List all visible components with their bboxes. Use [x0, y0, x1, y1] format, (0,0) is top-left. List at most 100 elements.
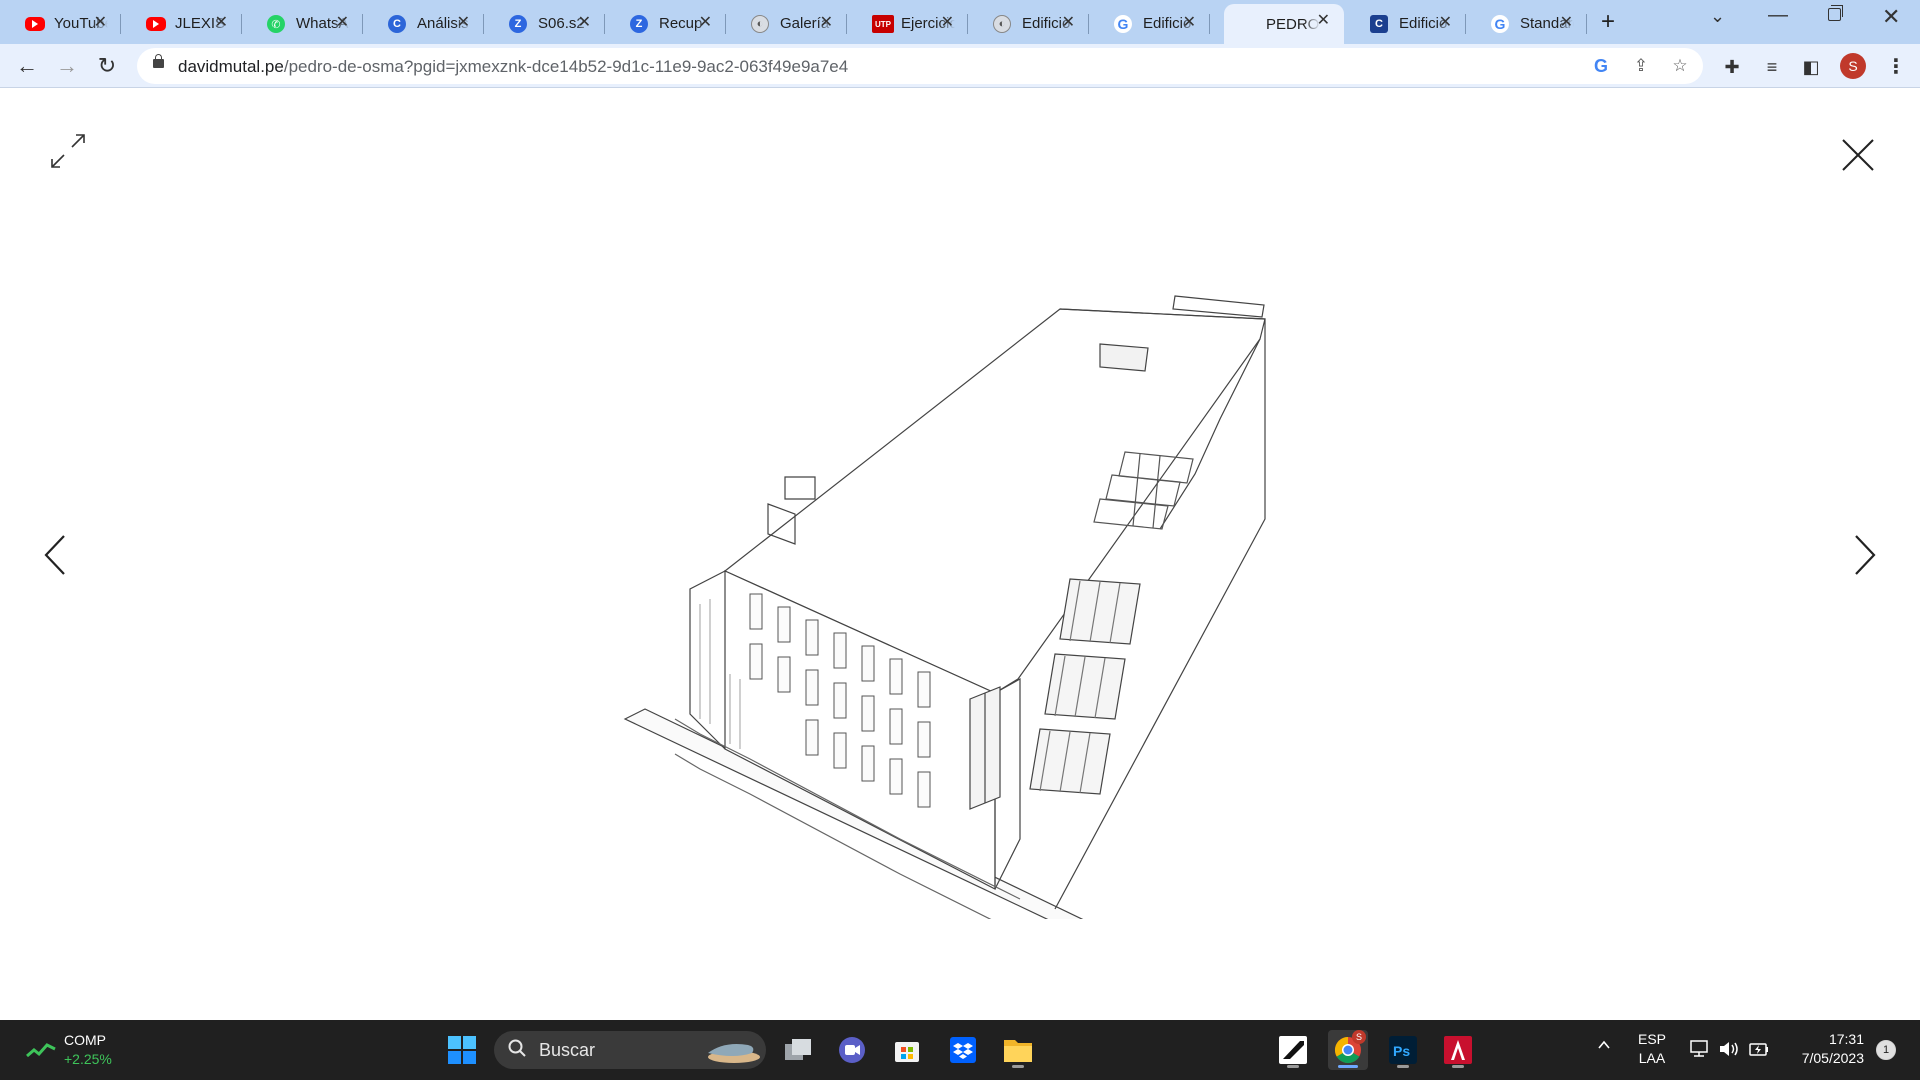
tab-close-icon[interactable]: ✕ [699, 15, 712, 31]
tab-edificio-3[interactable]: C Edificio ✕ [1345, 6, 1466, 40]
tab-close-icon[interactable]: ✕ [1439, 15, 1452, 31]
window-close-icon[interactable]: ✕ [1882, 4, 1900, 30]
reload-icon[interactable]: ↻ [93, 52, 121, 80]
tab-title: PEDRO [1266, 15, 1320, 33]
tab-strip: YouTube ✕ JLEXIS ✕ ✆ WhatsApp ✕ C Anális… [0, 0, 1920, 44]
dropbox-icon [950, 1037, 976, 1063]
forward-arrow-icon[interactable]: → [53, 52, 81, 80]
keyboard-layout: LAA [1638, 1050, 1666, 1066]
folder-icon [1004, 1040, 1032, 1062]
search-label: Buscar [539, 1040, 596, 1060]
start-button[interactable] [442, 1030, 482, 1070]
tab-pedro-active[interactable]: PEDRO ✕ [1224, 4, 1344, 44]
tab-close-icon[interactable]: ✕ [578, 15, 591, 31]
microsoft-store-button[interactable] [887, 1030, 927, 1070]
side-panel-icon[interactable]: ◧ [1800, 56, 1822, 78]
taskbar-search[interactable]: Buscar [494, 1031, 766, 1069]
url-host: davidmutal.pe [178, 57, 284, 76]
tab-close-icon[interactable]: ✕ [1183, 15, 1196, 31]
google-lens-icon[interactable]: G [1591, 56, 1611, 76]
autocad-button[interactable] [1438, 1030, 1478, 1070]
tab-edificio-2[interactable]: G Edificio ✕ [1089, 6, 1210, 40]
clock-time: 17:31 [1828, 1031, 1864, 1047]
profile-avatar[interactable]: S [1840, 53, 1866, 79]
autodesk-icon [1279, 1036, 1307, 1064]
autocad-icon [1444, 1036, 1472, 1064]
tab-whatsapp[interactable]: ✆ WhatsApp ✕ [242, 6, 363, 40]
task-view-button[interactable] [778, 1030, 818, 1070]
volume-icon[interactable] [1718, 1039, 1740, 1059]
google-icon: G [1491, 15, 1509, 33]
photoshop-icon: Ps [1389, 1036, 1417, 1064]
menu-kebab-icon[interactable]: ⋮ [1886, 54, 1906, 79]
tab-close-icon[interactable]: ✕ [215, 15, 228, 31]
autodesk-button[interactable] [1273, 1030, 1313, 1070]
url-text[interactable]: davidmutal.pe/pedro-de-osma?pgid=jxmexzn… [178, 57, 848, 77]
url-path: /pedro-de-osma?pgid=jxmexznk-dce14b52-9d… [283, 57, 849, 76]
tab-edificio-1[interactable]: ◐ Edificio ✕ [968, 6, 1089, 40]
tab-standard[interactable]: G Standard ✕ [1466, 6, 1587, 40]
tab-close-icon[interactable]: ✕ [941, 15, 954, 31]
tab-youtube[interactable]: YouTube ✕ [0, 6, 121, 40]
tab-jlexis[interactable]: JLEXIS ✕ [121, 6, 242, 40]
tab-analisis[interactable]: C Análisis ✕ [363, 6, 484, 40]
new-tab-plus-icon[interactable]: + [1601, 8, 1615, 36]
lock-icon[interactable] [153, 54, 164, 68]
tab-close-icon[interactable]: ✕ [336, 15, 349, 31]
youtube-icon [25, 17, 45, 31]
stock-symbol: COMP [64, 1032, 106, 1048]
restore-icon[interactable] [1828, 5, 1843, 21]
search-highlight-icon [708, 1044, 760, 1063]
chrome-button[interactable]: S [1328, 1030, 1368, 1070]
back-arrow-icon[interactable]: ← [13, 52, 41, 80]
clock[interactable]: 17:31 7/05/2023 [1782, 1030, 1864, 1068]
language-indicator[interactable]: ESP LAA [1638, 1030, 1666, 1068]
running-indicator [1338, 1065, 1358, 1068]
expand-icon[interactable] [48, 131, 88, 171]
running-indicator [1287, 1065, 1299, 1068]
store-icon [895, 1042, 919, 1062]
extensions-puzzle-icon[interactable]: ✚ [1721, 56, 1743, 78]
teams-chat-button[interactable] [832, 1030, 872, 1070]
browser-toolbar: ← → ↻ davidmutal.pe/pedro-de-osma?pgid=j… [0, 44, 1920, 88]
battery-icon[interactable] [1748, 1039, 1770, 1059]
file-explorer-button[interactable] [998, 1030, 1038, 1070]
z-icon: Z [630, 15, 648, 33]
tab-search-chevron-icon[interactable]: ⌄ [1710, 6, 1725, 27]
bookmark-star-icon[interactable]: ☆ [1670, 56, 1690, 76]
tab-recup[interactable]: Z Recup ✕ [605, 6, 726, 40]
tab-close-icon[interactable]: ✕ [457, 15, 470, 31]
tab-galeria[interactable]: ◐ Galería ✕ [726, 6, 847, 40]
share-icon[interactable]: ⇪ [1631, 56, 1651, 76]
building-axonometric-image [623, 295, 1266, 919]
close-viewer-icon[interactable] [1840, 137, 1876, 173]
stock-widget[interactable]: COMP +2.25% [22, 1028, 152, 1072]
photoshop-button[interactable]: Ps [1383, 1030, 1423, 1070]
tab-close-icon[interactable]: ✕ [1062, 15, 1075, 31]
next-arrow-icon[interactable] [1852, 533, 1878, 577]
address-bar[interactable]: davidmutal.pe/pedro-de-osma?pgid=jxmexzn… [137, 48, 1703, 84]
notification-badge[interactable]: 1 [1876, 1040, 1896, 1060]
tray-chevron-up-icon[interactable] [1597, 1038, 1611, 1052]
youtube-icon [146, 17, 166, 31]
stock-chart-icon [26, 1043, 56, 1058]
tab-close-icon[interactable]: ✕ [94, 15, 107, 31]
tab-close-icon[interactable]: ✕ [1317, 13, 1330, 29]
prev-arrow-icon[interactable] [42, 533, 68, 577]
network-icon[interactable] [1689, 1039, 1711, 1059]
svg-text:Ps: Ps [1393, 1043, 1410, 1059]
dropbox-button[interactable] [943, 1030, 983, 1070]
minimize-icon[interactable]: — [1768, 4, 1788, 27]
language-code: ESP [1638, 1031, 1667, 1047]
tab-close-icon[interactable]: ✕ [1560, 15, 1573, 31]
tab-close-icon[interactable]: ✕ [820, 15, 833, 31]
running-indicator [1012, 1065, 1024, 1068]
teams-chat-icon [839, 1037, 865, 1063]
running-indicator [1452, 1065, 1464, 1068]
tab-ejercicio[interactable]: UTP Ejercicio ✕ [847, 6, 968, 40]
media-queue-icon[interactable]: ≡ [1761, 56, 1783, 78]
image-viewer [0, 89, 1920, 1020]
tab-s06[interactable]: Z S06.s2 ✕ [484, 6, 605, 40]
chrome-badge: S [1352, 1030, 1366, 1044]
c-icon: C [388, 15, 406, 33]
